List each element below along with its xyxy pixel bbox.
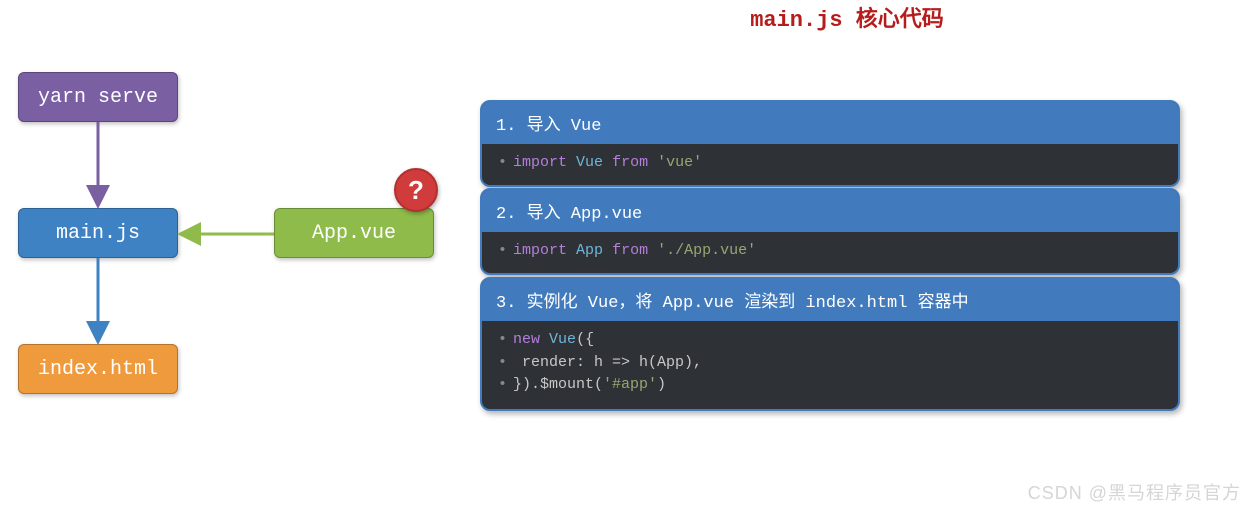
code-line: •}).$mount('#app') bbox=[488, 374, 1172, 397]
code-token bbox=[603, 154, 612, 171]
code-token bbox=[648, 154, 657, 171]
node-yarn-serve: yarn serve bbox=[18, 72, 178, 122]
code-line: •new Vue({ bbox=[488, 329, 1172, 352]
code-token bbox=[567, 154, 576, 171]
code-token bbox=[603, 242, 612, 259]
code-box-3: 3. 实例化 Vue，将 App.vue 渲染到 index.html 容器中 … bbox=[480, 277, 1180, 411]
code-token: Vue bbox=[549, 331, 576, 348]
code-token: Vue bbox=[576, 154, 603, 171]
code-token: './App.vue' bbox=[657, 242, 756, 259]
arrow-main-to-index bbox=[90, 258, 110, 344]
code-token bbox=[567, 242, 576, 259]
code-token: new bbox=[513, 331, 540, 348]
code-token: ) bbox=[657, 376, 666, 393]
diagram-title: main.js 核心代码 bbox=[737, 6, 957, 37]
code-token: from bbox=[612, 154, 648, 171]
code-box-1-header: 1. 导入 Vue bbox=[482, 102, 1178, 144]
code-token: }).$mount( bbox=[513, 376, 603, 393]
code-token: import bbox=[513, 242, 567, 259]
code-box-3-body: •new Vue({• render: h => h(App),•}).$mou… bbox=[482, 321, 1178, 409]
question-icon: ? bbox=[394, 168, 438, 212]
code-line: •import Vue from 'vue' bbox=[488, 152, 1172, 175]
code-box-3-header: 3. 实例化 Vue，将 App.vue 渲染到 index.html 容器中 bbox=[482, 279, 1178, 321]
code-token: import bbox=[513, 154, 567, 171]
arrow-yarn-to-main bbox=[90, 122, 110, 208]
code-token: render: h => h(App), bbox=[513, 354, 702, 371]
node-index-html: index.html bbox=[18, 344, 178, 394]
code-token: App bbox=[576, 242, 603, 259]
code-box-2-body: •import App from './App.vue' bbox=[482, 232, 1178, 273]
code-line: • render: h => h(App), bbox=[488, 352, 1172, 375]
bullet-icon: • bbox=[488, 331, 513, 348]
code-box-2-header: 2. 导入 App.vue bbox=[482, 190, 1178, 232]
code-token: '#app' bbox=[603, 376, 657, 393]
code-box-1: 1. 导入 Vue •import Vue from 'vue' bbox=[480, 100, 1180, 187]
code-box-1-body: •import Vue from 'vue' bbox=[482, 144, 1178, 185]
code-token: 'vue' bbox=[657, 154, 702, 171]
code-box-2: 2. 导入 App.vue •import App from './App.vu… bbox=[480, 188, 1180, 275]
code-token: from bbox=[612, 242, 648, 259]
node-main-js: main.js bbox=[18, 208, 178, 258]
code-line: •import App from './App.vue' bbox=[488, 240, 1172, 263]
arrow-app-to-main bbox=[178, 224, 274, 244]
node-app-vue: App.vue bbox=[274, 208, 434, 258]
code-token bbox=[648, 242, 657, 259]
code-token: ({ bbox=[576, 331, 594, 348]
bullet-icon: • bbox=[488, 242, 513, 259]
watermark: CSDN @黑马程序员官方 bbox=[1028, 479, 1241, 505]
bullet-icon: • bbox=[488, 154, 513, 171]
bullet-icon: • bbox=[488, 376, 513, 393]
code-token bbox=[540, 331, 549, 348]
bullet-icon: • bbox=[488, 354, 513, 371]
